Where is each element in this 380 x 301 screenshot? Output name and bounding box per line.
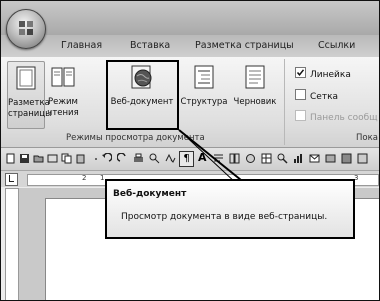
tab-insert[interactable]: Вставка — [130, 40, 170, 51]
grid-check-label: Сетка — [310, 92, 339, 102]
toolbar-more-icon[interactable] — [325, 153, 336, 164]
page-layout-label-2: страницы — [8, 109, 52, 119]
tooltip-title: Веб-документ — [113, 189, 187, 199]
ribbon: Разметка страницы Режим чтения Веб-докум… — [1, 57, 379, 148]
copy-icon[interactable] — [61, 153, 72, 164]
message-panel-check-label: Панель сообщ — [310, 113, 378, 123]
ruler-number: 2 — [82, 174, 87, 182]
reading-mode-icon — [51, 67, 75, 87]
new-document-icon[interactable] — [5, 153, 16, 164]
draft-icon — [245, 65, 265, 89]
office-button[interactable] — [6, 9, 46, 49]
checkmark-icon — [296, 69, 305, 76]
draft-label: Черновик — [233, 97, 277, 107]
page-layout-label-1: Разметка — [8, 98, 50, 108]
web-document-highlight — [106, 60, 179, 130]
word-window: Главная Вставка Разметка страницы Ссылки… — [0, 0, 380, 301]
page-layout-icon — [16, 66, 36, 90]
message-panel-checkbox[interactable]: Панель сообщ — [295, 110, 378, 123]
paste-icon[interactable] — [75, 153, 86, 164]
print-icon[interactable] — [133, 153, 144, 164]
columns-icon[interactable] — [229, 153, 240, 164]
open-icon[interactable] — [33, 153, 44, 164]
font-color-a-icon[interactable]: A — [198, 151, 209, 165]
toolbar-extra-icon[interactable] — [341, 153, 352, 164]
title-bar — [1, 1, 379, 35]
ribbon-tabs: Главная Вставка Разметка страницы Ссылки — [1, 35, 379, 57]
group-separator — [284, 59, 285, 145]
table-icon[interactable] — [261, 153, 272, 164]
tooltip-description: Просмотр документа в виде веб-страницы. — [121, 212, 328, 222]
ruler-check-box — [295, 67, 306, 78]
reading-mode-label-2: чтения — [47, 108, 79, 118]
outline-button[interactable]: Структура — [179, 61, 229, 127]
zoom-icon[interactable] — [277, 153, 288, 164]
outline-icon — [194, 65, 214, 89]
grid-checkbox[interactable]: Сетка — [295, 89, 338, 102]
grid-check-box — [295, 89, 306, 100]
spellcheck-abc-icon[interactable] — [165, 153, 176, 164]
ruler-checkbox[interactable]: Линейка — [295, 67, 351, 80]
ruler-number: 1 — [100, 174, 105, 182]
page-layout-button[interactable]: Разметка страницы — [7, 61, 52, 129]
views-group-label: Режимы просмотра документа — [66, 133, 205, 143]
outline-label: Структура — [180, 97, 228, 107]
chart-icon[interactable] — [293, 153, 304, 164]
tab-selector-icon[interactable] — [5, 173, 18, 186]
message-panel-check-box — [295, 110, 306, 121]
show-group-label: Пока — [356, 133, 378, 143]
pilcrow-show-marks-icon[interactable]: ¶ — [179, 151, 194, 167]
save-icon[interactable] — [19, 153, 30, 164]
mail-icon[interactable] — [309, 153, 320, 164]
reading-mode-label-1: Режим — [48, 97, 78, 107]
draft-button[interactable]: Черновик — [231, 61, 279, 127]
quick-access-toolbar: ¶ A — [1, 148, 379, 171]
circle-shape-icon[interactable] — [245, 153, 256, 164]
undo-icon[interactable] — [101, 153, 112, 164]
tab-references[interactable]: Ссылки — [318, 40, 355, 51]
reading-mode-button[interactable]: Режим чтения — [46, 61, 80, 127]
web-document-tooltip: Веб-документ Просмотр документа в виде в… — [105, 179, 355, 239]
tab-page-layout[interactable]: Разметка страницы — [195, 40, 294, 51]
office-logo-icon — [19, 21, 33, 35]
print-preview-icon[interactable] — [47, 153, 58, 164]
redo-icon[interactable] — [117, 153, 128, 164]
paragraph-icon[interactable] — [213, 153, 224, 164]
vertical-ruler[interactable] — [5, 188, 19, 300]
spelling-icon[interactable] — [149, 153, 160, 164]
ruler-check-label: Линейка — [310, 70, 351, 80]
toolbar-extra2-icon[interactable] — [357, 153, 368, 164]
tab-home[interactable]: Главная — [61, 40, 102, 51]
